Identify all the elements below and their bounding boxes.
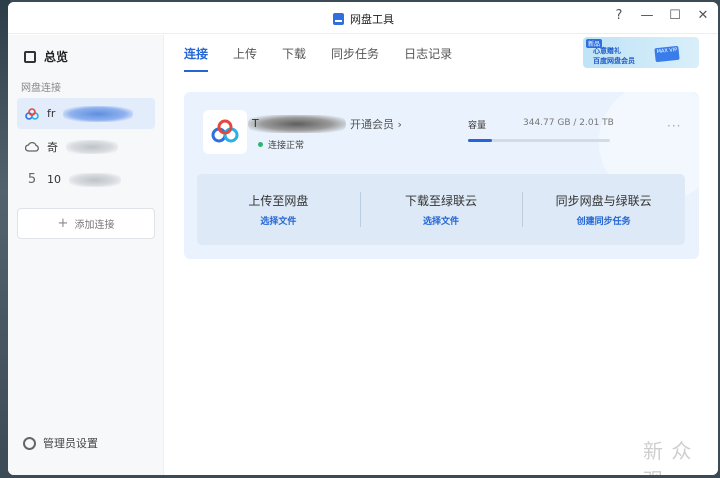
redacted-blur — [66, 139, 118, 154]
baidu-netdisk-logo — [203, 110, 247, 154]
action-sync: 同步网盘与绿联云 创建同步任务 — [522, 174, 685, 245]
promo-line-1: 心意赠礼 — [593, 47, 621, 55]
sidebar: 总览 网盘连接 fr 奇 5 10 + 添加连接 管理员设置 — [8, 35, 164, 475]
overview-label: 总览 — [44, 50, 69, 64]
admin-settings-button[interactable]: 管理员设置 — [23, 435, 98, 451]
open-vip-link[interactable]: 开通会员 › — [350, 116, 402, 132]
capacity-bar — [468, 139, 610, 142]
connection-label: 奇 — [47, 140, 58, 154]
action-upload: 上传至网盘 选择文件 — [197, 174, 360, 245]
action-download: 下载至绿联云 选择文件 — [359, 174, 523, 245]
admin-settings-label: 管理员设置 — [43, 437, 98, 450]
redacted-blur — [248, 115, 346, 133]
account-name: T — [252, 117, 259, 130]
plus-icon: + — [57, 216, 69, 231]
app-title: 网盘工具 — [333, 11, 394, 27]
tab-sync-tasks[interactable]: 同步任务 — [331, 45, 379, 72]
action-title: 同步网盘与绿联云 — [555, 194, 652, 208]
s-icon: 5 — [27, 172, 37, 187]
app-title-text: 网盘工具 — [350, 13, 394, 26]
tab-download[interactable]: 下载 — [282, 45, 306, 72]
status-dot — [258, 142, 263, 147]
overview-icon — [24, 50, 36, 63]
sidebar-item-overview[interactable]: 总览 — [24, 48, 68, 65]
sidebar-item-connection-1[interactable]: fr — [17, 98, 155, 129]
add-connection-label: 添加连接 — [74, 220, 115, 231]
title-bar: 网盘工具 ? — ☐ ✕ — [8, 2, 718, 34]
vip-card-text: MAX VIP — [656, 46, 678, 56]
redacted-blur — [69, 172, 121, 187]
tab-upload[interactable]: 上传 — [233, 45, 257, 72]
maximize-button[interactable]: ☐ — [668, 8, 682, 23]
action-title: 上传至网盘 — [248, 194, 309, 208]
tab-connect[interactable]: 连接 — [184, 45, 209, 72]
gear-icon — [23, 436, 36, 450]
capacity-bar-fill — [468, 139, 493, 142]
status-text: 连接正常 — [268, 141, 305, 151]
connection-label: fr — [47, 107, 56, 120]
promo-line-2: 百度网盘会员 — [593, 57, 635, 65]
watermark: 新 众 观 — [643, 439, 693, 475]
add-connection-button[interactable]: + 添加连接 — [17, 208, 155, 239]
section-label: 网盘连接 — [21, 83, 61, 94]
capacity-value: 344.77 GB / 2.01 TB — [523, 118, 614, 128]
account-card: T 开通会员 › 连接正常 容量 344.77 GB / 2.01 TB ···… — [184, 92, 699, 259]
redacted-blur — [63, 105, 134, 122]
minimize-button[interactable]: — — [640, 8, 654, 23]
baidu-logo-icon — [211, 119, 239, 143]
action-title: 下载至绿联云 — [405, 194, 478, 208]
app-icon — [333, 13, 344, 25]
tab-bar: 连接 上传 下载 同步任务 日志记录 — [184, 45, 452, 72]
cloud-icon — [25, 141, 39, 152]
tab-logs[interactable]: 日志记录 — [404, 45, 452, 72]
baidu-cloud-icon — [25, 107, 39, 120]
app-window: 网盘工具 ? — ☐ ✕ 总览 网盘连接 fr 奇 5 10 + 添加连接 管理… — [8, 2, 718, 475]
connection-label: 10 — [47, 173, 61, 186]
action-panel: 上传至网盘 选择文件 下载至绿联云 选择文件 同步网盘与绿联云 创建同步任务 — [197, 174, 685, 245]
create-sync-task-link[interactable]: 创建同步任务 — [577, 214, 631, 227]
select-file-download-link[interactable]: 选择文件 — [423, 214, 459, 227]
connection-status: 连接正常 — [258, 138, 304, 151]
promo-banner[interactable]: 新品 心意赠礼 百度网盘会员 MAX VIP — [583, 37, 699, 68]
window-controls: ? — ☐ ✕ — [612, 8, 710, 23]
capacity-label: 容量 — [468, 121, 487, 131]
sidebar-item-connection-3[interactable]: 5 10 — [17, 164, 155, 195]
vip-card-icon: MAX VIP — [654, 45, 680, 63]
more-options-icon[interactable]: ··· — [667, 119, 681, 133]
sidebar-item-connection-2[interactable]: 奇 — [17, 131, 155, 162]
help-icon[interactable]: ? — [612, 8, 626, 23]
main-content: 连接 上传 下载 同步任务 日志记录 新品 心意赠礼 百度网盘会员 MAX VI… — [165, 35, 718, 475]
select-file-upload-link[interactable]: 选择文件 — [260, 214, 296, 227]
close-button[interactable]: ✕ — [696, 8, 710, 23]
